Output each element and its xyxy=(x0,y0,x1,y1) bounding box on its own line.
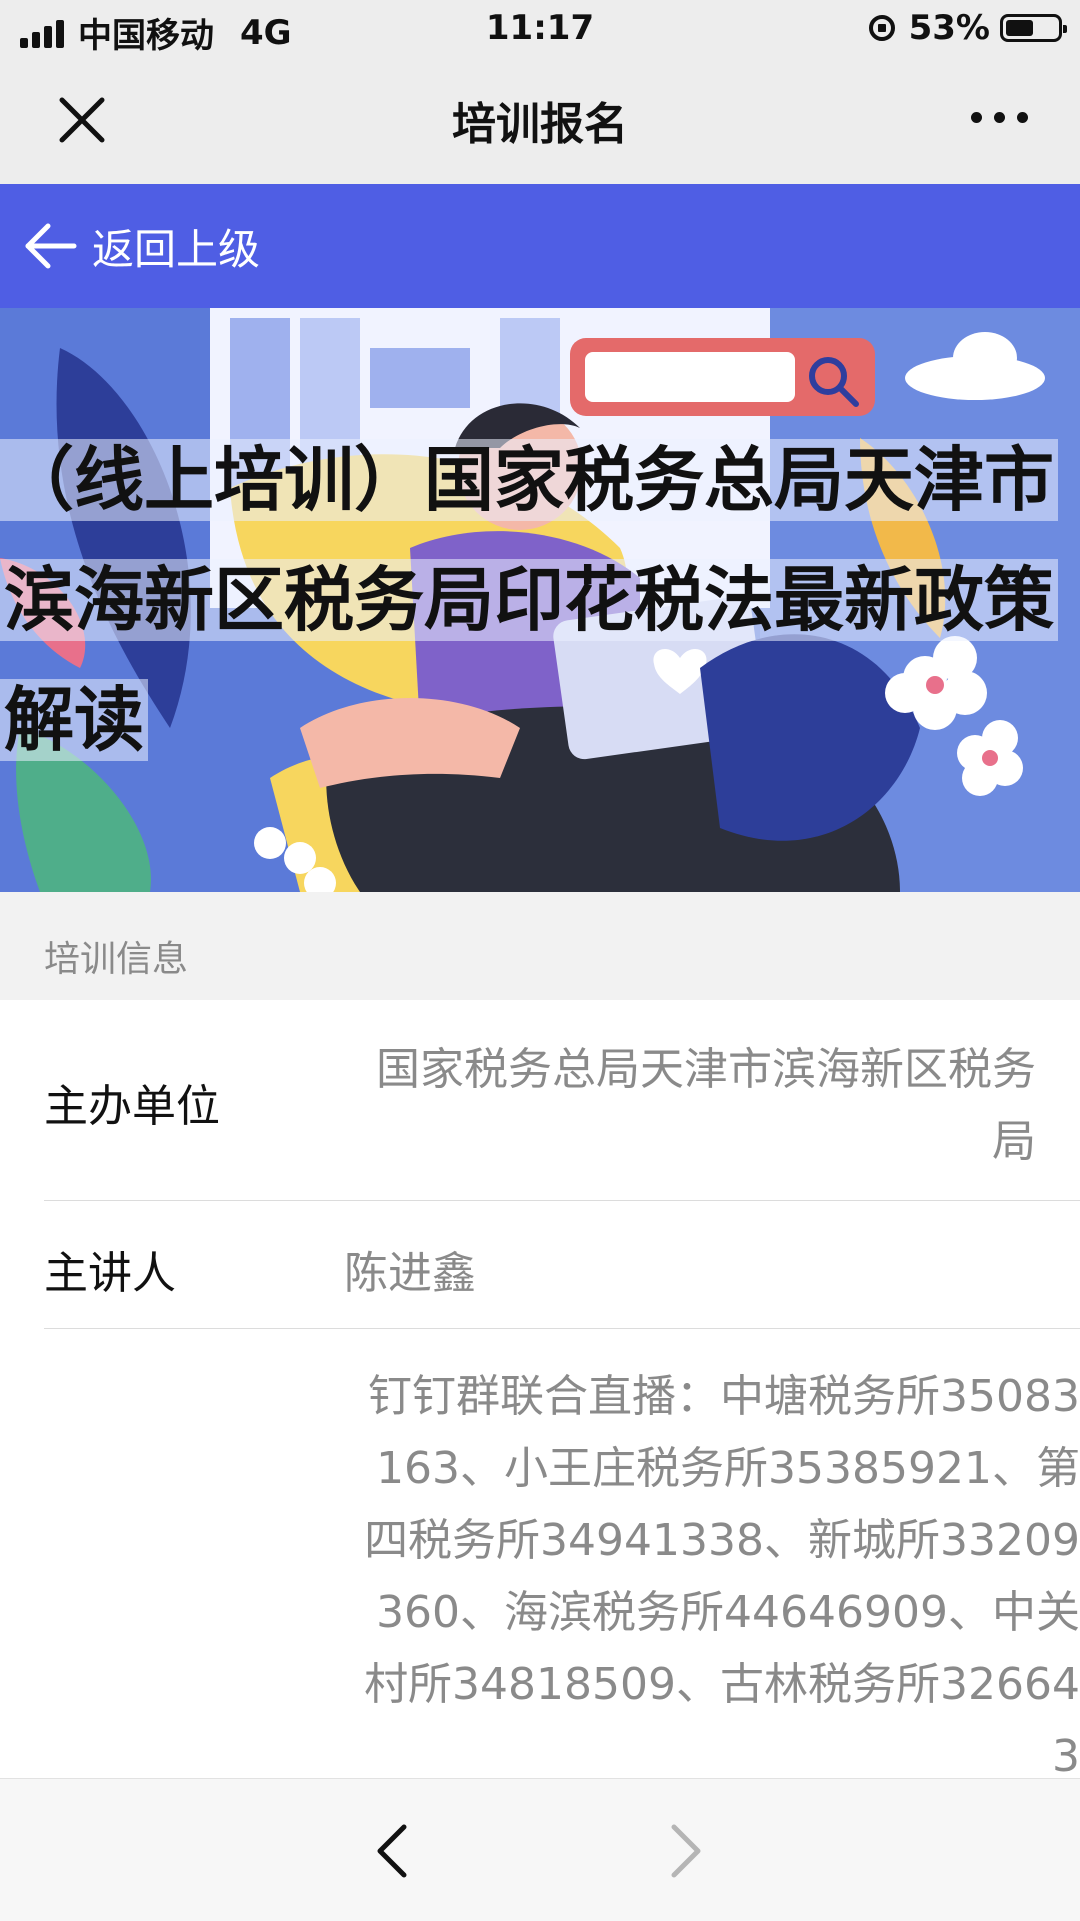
banner: （线上培训）国家税务总局天津市滨海新区税务局印花税法最新政策解读 xyxy=(0,308,1080,892)
banner-title: （线上培训）国家税务总局天津市滨海新区税务局印花税法最新政策解读 xyxy=(0,420,1080,780)
section-label: 培训信息 xyxy=(44,939,189,980)
host-value: 国家税务总局天津市滨海新区税务局 xyxy=(376,1044,1036,1167)
more-icon[interactable] xyxy=(971,112,1028,123)
chevron-right-icon[interactable] xyxy=(666,1823,706,1879)
page-title: 培训报名 xyxy=(452,99,628,150)
info-row-host: 主办单位 国家税务总局天津市滨海新区税务局 xyxy=(44,1000,1080,1201)
orientation-lock-icon xyxy=(868,15,895,41)
live-stream-value: 钉钉群联合直播：中塘税务所35083163、小王庄税务所35385921、第四税… xyxy=(364,1371,1080,1778)
training-info-list: 主办单位 国家税务总局天津市滨海新区税务局 主讲人 陈进鑫 钉钉群联合直播：中塘… xyxy=(0,1000,1080,1778)
status-right: 53% xyxy=(868,8,1067,48)
info-row-live: 钉钉群联合直播：中塘税务所35083163、小王庄税务所35385921、第四税… xyxy=(44,1329,1080,1778)
speaker-value: 陈进鑫 xyxy=(344,1248,476,1299)
host-label: 主办单位 xyxy=(44,1081,220,1132)
info-row-speaker: 主讲人 陈进鑫 xyxy=(44,1201,1080,1329)
section-header: 培训信息 xyxy=(0,892,1080,1000)
battery-fill xyxy=(1006,20,1033,36)
arrow-left-icon xyxy=(25,223,77,269)
battery-percent: 53% xyxy=(908,8,990,48)
speaker-label: 主讲人 xyxy=(44,1248,176,1299)
chevron-left-icon[interactable] xyxy=(372,1823,412,1879)
battery-icon xyxy=(1000,14,1067,42)
back-to-parent-button[interactable]: 返回上级 xyxy=(0,184,1080,308)
nav-bar: 培训报名 xyxy=(0,58,1080,184)
bottom-toolbar xyxy=(0,1778,1080,1921)
status-bar: 中国移动 4G 11:17 53% xyxy=(0,0,1080,58)
back-label: 返回上级 xyxy=(92,224,261,274)
